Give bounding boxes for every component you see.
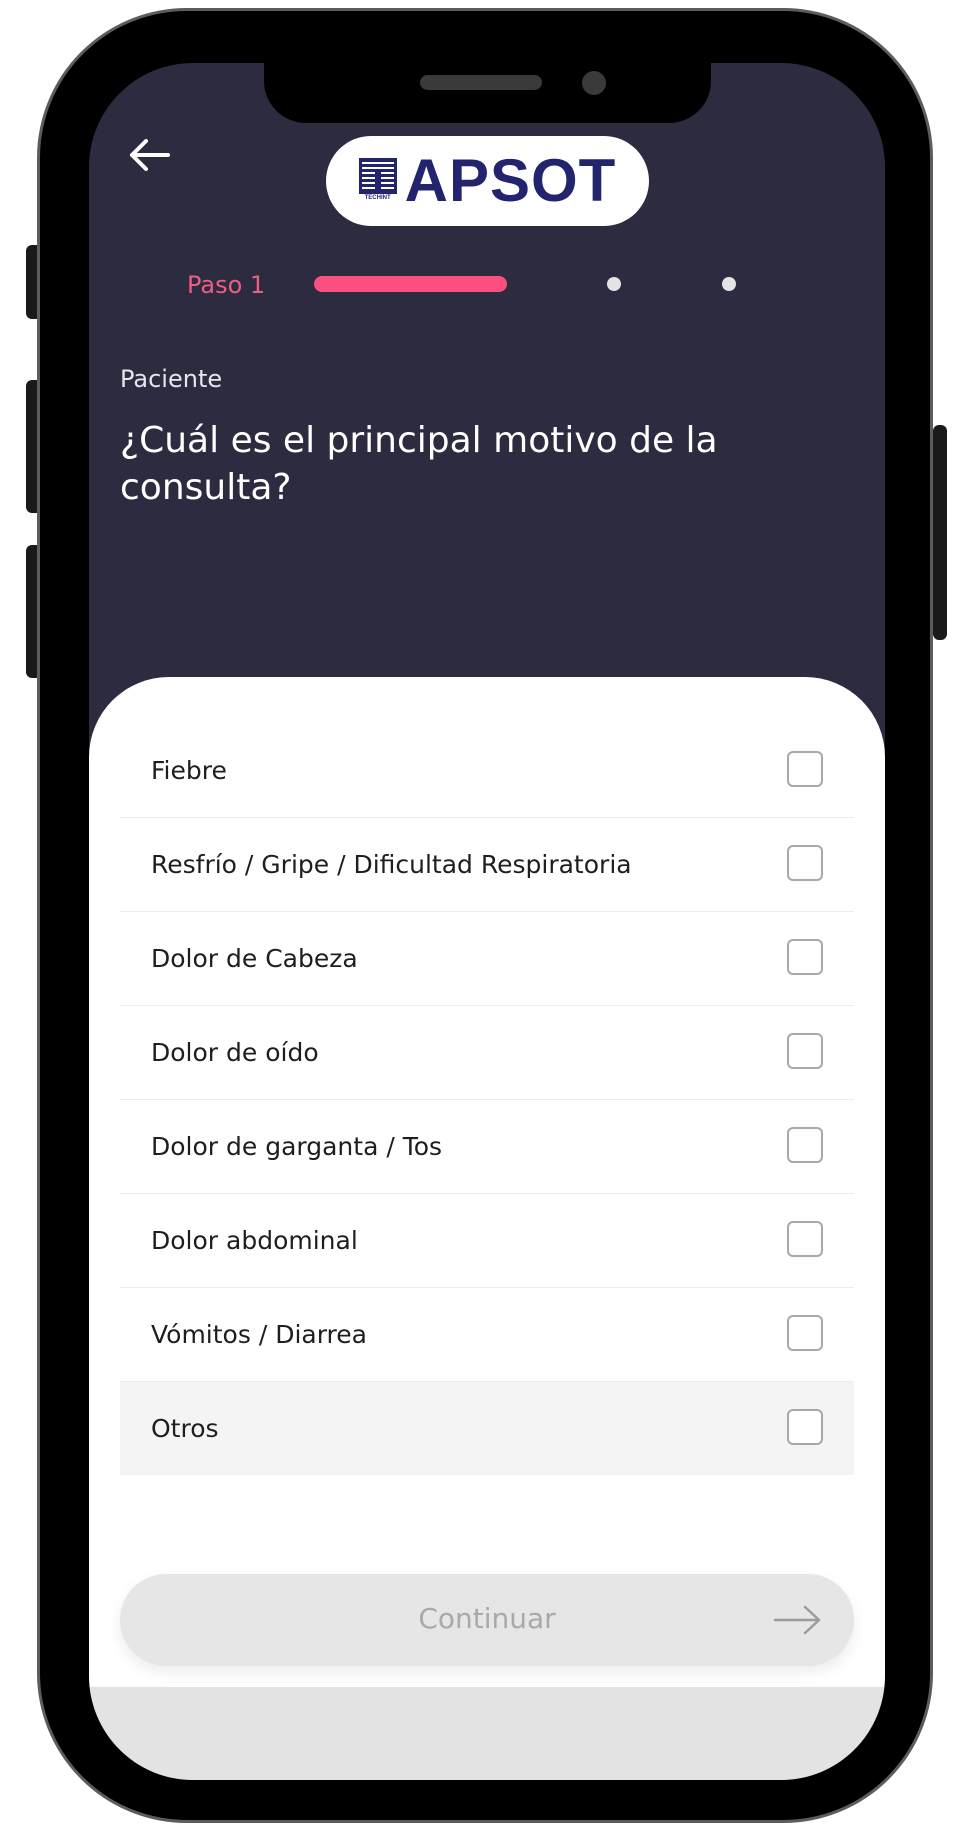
techint-mark-text: TECHINT bbox=[364, 195, 391, 201]
continue-button[interactable]: Continuar bbox=[120, 1574, 854, 1666]
option-fiebre[interactable]: Fiebre bbox=[120, 724, 854, 818]
app-logo: TECHINT APSOT bbox=[326, 136, 649, 226]
option-label: Dolor de Cabeza bbox=[151, 944, 358, 973]
question-title: ¿Cuál es el principal motivo de la consu… bbox=[120, 420, 718, 508]
option-checkbox[interactable] bbox=[787, 751, 823, 787]
techint-mark: TECHINT bbox=[358, 158, 397, 204]
options-sheet: Fiebre Resfrío / Gripe / Dificultad Resp… bbox=[89, 677, 885, 1687]
option-label: Dolor de oído bbox=[151, 1038, 319, 1067]
continue-label: Continuar bbox=[418, 1602, 556, 1635]
option-label: Fiebre bbox=[151, 756, 227, 785]
option-label: Dolor abdominal bbox=[151, 1226, 358, 1255]
logo-text: APSOT bbox=[404, 147, 617, 214]
option-label: Resfrío / Gripe / Dificultad Respiratori… bbox=[151, 850, 632, 879]
option-checkbox[interactable] bbox=[787, 845, 823, 881]
step-label: Paso 1 bbox=[187, 271, 266, 299]
step-indicator-3 bbox=[722, 277, 736, 291]
option-resfrio[interactable]: Resfrío / Gripe / Dificultad Respiratori… bbox=[120, 818, 854, 912]
step-progress-active bbox=[314, 276, 507, 292]
options-list: Fiebre Resfrío / Gripe / Dificultad Resp… bbox=[120, 724, 854, 1475]
option-checkbox[interactable] bbox=[787, 1221, 823, 1257]
option-dolor-garganta[interactable]: Dolor de garganta / Tos bbox=[120, 1100, 854, 1194]
option-checkbox[interactable] bbox=[787, 939, 823, 975]
option-label: Vómitos / Diarrea bbox=[151, 1320, 367, 1349]
option-label: Otros bbox=[151, 1414, 219, 1443]
app-screen: TECHINT APSOT Paso 1 Paciente ¿Cuál es e… bbox=[89, 63, 885, 1780]
option-checkbox[interactable] bbox=[787, 1409, 823, 1445]
option-label: Dolor de garganta / Tos bbox=[151, 1132, 443, 1161]
option-dolor-oido[interactable]: Dolor de oído bbox=[120, 1006, 854, 1100]
option-dolor-abdominal[interactable]: Dolor abdominal bbox=[120, 1194, 854, 1288]
option-checkbox[interactable] bbox=[787, 1315, 823, 1351]
arrow-right-icon bbox=[773, 1605, 821, 1635]
bottom-area bbox=[89, 1687, 885, 1780]
phone-notch bbox=[264, 63, 711, 123]
section-label: Paciente bbox=[120, 365, 223, 393]
option-checkbox[interactable] bbox=[787, 1033, 823, 1069]
speaker-grille bbox=[420, 75, 542, 90]
step-indicator-2 bbox=[607, 277, 621, 291]
option-dolor-cabeza[interactable]: Dolor de Cabeza bbox=[120, 912, 854, 1006]
option-checkbox[interactable] bbox=[787, 1127, 823, 1163]
front-camera bbox=[582, 71, 606, 95]
option-otros[interactable]: Otros bbox=[120, 1382, 854, 1475]
arrow-left-icon bbox=[130, 139, 170, 171]
techint-logo-icon bbox=[358, 158, 397, 194]
back-button[interactable] bbox=[119, 125, 179, 185]
option-vomitos[interactable]: Vómitos / Diarrea bbox=[120, 1288, 854, 1382]
phone-power-button bbox=[933, 425, 947, 640]
